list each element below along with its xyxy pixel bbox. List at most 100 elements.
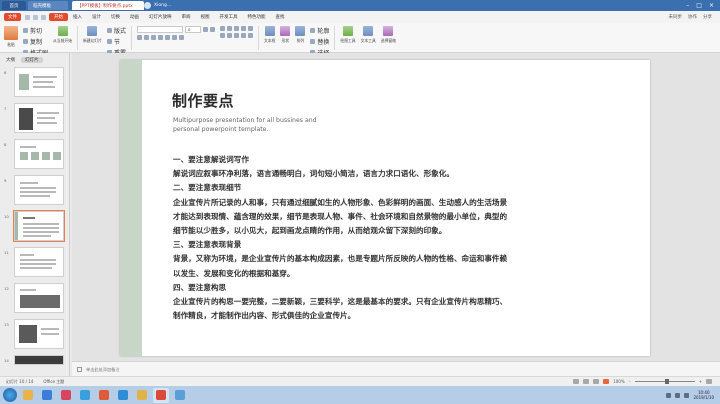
menu-item-features[interactable]: 特色功能 bbox=[243, 13, 271, 21]
slide-thumbnail-selected[interactable] bbox=[13, 210, 65, 242]
strikethrough-icon[interactable] bbox=[158, 35, 163, 40]
tab-outline[interactable]: 大纲 bbox=[6, 57, 15, 63]
underline-icon[interactable] bbox=[151, 35, 156, 40]
thumbnail-row[interactable]: 9 bbox=[0, 175, 68, 207]
font-name-select[interactable] bbox=[137, 26, 183, 33]
justify-icon[interactable] bbox=[241, 33, 246, 38]
mail-icon[interactable] bbox=[77, 388, 93, 403]
zoom-out-icon[interactable]: – bbox=[629, 379, 631, 384]
fit-window-icon[interactable] bbox=[706, 379, 712, 384]
media-icon[interactable] bbox=[58, 388, 74, 403]
menu-item-animation[interactable]: 动画 bbox=[125, 13, 144, 21]
collaborate-button[interactable]: 协作 bbox=[688, 14, 697, 20]
slideshow-play-icon[interactable] bbox=[603, 379, 610, 384]
shrink-font-icon[interactable] bbox=[210, 27, 215, 32]
folder-icon[interactable] bbox=[134, 388, 150, 403]
select-pane-button[interactable]: 选择窗格 bbox=[381, 26, 396, 44]
section-button[interactable]: 节 bbox=[106, 37, 126, 46]
thumbnail-row[interactable]: 10 bbox=[0, 210, 68, 243]
bold-icon[interactable] bbox=[137, 35, 142, 40]
align-center-icon[interactable] bbox=[227, 33, 232, 38]
copy-button[interactable]: 复制 bbox=[23, 37, 48, 46]
subscript-icon[interactable] bbox=[172, 35, 177, 40]
slide-thumbnail[interactable] bbox=[14, 355, 64, 365]
textbox-button[interactable]: 文本框 bbox=[264, 26, 275, 44]
tab-slides[interactable]: 幻灯片 bbox=[21, 57, 43, 63]
drawing-tools-button[interactable]: 绘图工具 bbox=[340, 26, 356, 44]
slide-thumbnail[interactable] bbox=[14, 175, 64, 205]
numbering-icon[interactable] bbox=[227, 26, 232, 31]
superscript-icon[interactable] bbox=[165, 35, 170, 40]
menu-item-review[interactable]: 审阅 bbox=[177, 13, 196, 21]
layout-button[interactable]: 版式 bbox=[106, 26, 126, 35]
browser-icon[interactable] bbox=[39, 388, 55, 403]
menu-item-view[interactable]: 视图 bbox=[196, 13, 215, 21]
ie-icon[interactable] bbox=[115, 388, 131, 403]
redo-icon[interactable] bbox=[41, 14, 46, 20]
slide-thumbnail[interactable] bbox=[14, 139, 64, 169]
tab-home[interactable]: 首页 bbox=[2, 1, 26, 10]
slide-sorter-icon[interactable] bbox=[583, 379, 590, 384]
font-size-select[interactable]: 0 bbox=[185, 26, 201, 33]
user-account[interactable]: Xiong... bbox=[144, 2, 171, 9]
align-left-icon[interactable] bbox=[220, 33, 225, 38]
thumbnail-row[interactable]: 11 bbox=[0, 247, 68, 279]
menu-item-home[interactable]: 开始 bbox=[49, 13, 68, 21]
thumbnail-row[interactable]: 6 bbox=[0, 67, 68, 99]
tab-document[interactable]: 【PPT模板】制作要点.pptx bbox=[72, 1, 144, 10]
thumbnail-row[interactable]: 12 bbox=[0, 283, 68, 315]
cut-button[interactable]: 剪切 bbox=[23, 26, 48, 35]
menu-item-transition[interactable]: 切换 bbox=[106, 13, 125, 21]
slide-thumbnail[interactable] bbox=[14, 103, 64, 133]
zoom-in-icon[interactable]: + bbox=[699, 379, 702, 384]
slide-subtitle[interactable]: Multipurpose presentation for all bussin… bbox=[173, 116, 343, 134]
zoom-slider-handle[interactable] bbox=[664, 379, 669, 384]
line-spacing-icon[interactable] bbox=[248, 26, 253, 31]
bullets-icon[interactable] bbox=[220, 26, 225, 31]
slide[interactable]: 制作要点 Multipurpose presentation for all b… bbox=[120, 60, 650, 356]
zoom-level[interactable]: 100% bbox=[613, 379, 624, 384]
new-slide-button[interactable]: 新建幻灯片 bbox=[83, 26, 102, 44]
volume-icon[interactable] bbox=[675, 392, 681, 398]
shape-button[interactable]: 形状 bbox=[280, 26, 291, 44]
start-button-icon[interactable] bbox=[3, 388, 17, 402]
menu-item-slideshow[interactable]: 幻灯片放映 bbox=[144, 13, 177, 21]
explorer-icon[interactable] bbox=[20, 388, 36, 403]
reading-view-icon[interactable] bbox=[593, 379, 600, 384]
thumbnail-row[interactable]: 13 bbox=[0, 319, 68, 351]
music-icon[interactable] bbox=[96, 388, 112, 403]
slide-thumbnail[interactable] bbox=[14, 283, 64, 313]
menu-item-design[interactable]: 设计 bbox=[87, 13, 106, 21]
thumbnail-row[interactable]: 7 bbox=[0, 103, 68, 135]
indent-decrease-icon[interactable] bbox=[234, 26, 239, 31]
save-icon[interactable] bbox=[25, 14, 30, 20]
paste-button[interactable]: 粘贴 bbox=[4, 26, 18, 48]
slide-thumbnail[interactable] bbox=[14, 247, 64, 277]
play-from-current-button[interactable]: 从当前开始 bbox=[53, 26, 72, 44]
notes-pane[interactable]: 单击此处添加备注 bbox=[72, 361, 720, 376]
tab-template-store[interactable]: 稻壳模板 bbox=[28, 1, 68, 10]
normal-view-icon[interactable] bbox=[573, 379, 580, 384]
clock[interactable]: 10:40 2019/1/10 bbox=[693, 390, 714, 400]
menu-item-insert[interactable]: 插入 bbox=[68, 13, 87, 21]
wps-icon[interactable] bbox=[153, 387, 169, 403]
columns-icon[interactable] bbox=[248, 33, 253, 38]
file-menu-button[interactable]: 文件 bbox=[4, 13, 21, 21]
replace-button[interactable]: 替换 bbox=[310, 37, 329, 46]
slide-editing-canvas[interactable]: 制作要点 Multipurpose presentation for all b… bbox=[72, 53, 720, 361]
zoom-slider[interactable] bbox=[634, 379, 695, 384]
text-tools-button[interactable]: 文本工具 bbox=[361, 26, 376, 44]
minimize-icon[interactable]: – bbox=[686, 2, 689, 9]
close-icon[interactable]: × bbox=[709, 2, 714, 9]
share-button[interactable]: 分享 bbox=[703, 14, 712, 20]
maximize-icon[interactable]: □ bbox=[696, 2, 702, 9]
indent-increase-icon[interactable] bbox=[241, 26, 246, 31]
photos-icon[interactable] bbox=[172, 388, 188, 403]
slide-thumbnail[interactable] bbox=[14, 67, 64, 97]
outline-button[interactable]: 轮廓 bbox=[310, 26, 329, 35]
thumbnail-row[interactable]: 8 bbox=[0, 139, 68, 171]
slide-body-text[interactable]: 一、要注意解说词写作 解说词应叙事环净利落，语言通畅明白，词句短小简洁，语言力求… bbox=[173, 153, 623, 323]
slide-thumbnail[interactable] bbox=[14, 319, 64, 349]
sync-status[interactable]: 未同步 bbox=[669, 14, 683, 20]
italic-icon[interactable] bbox=[144, 35, 149, 40]
